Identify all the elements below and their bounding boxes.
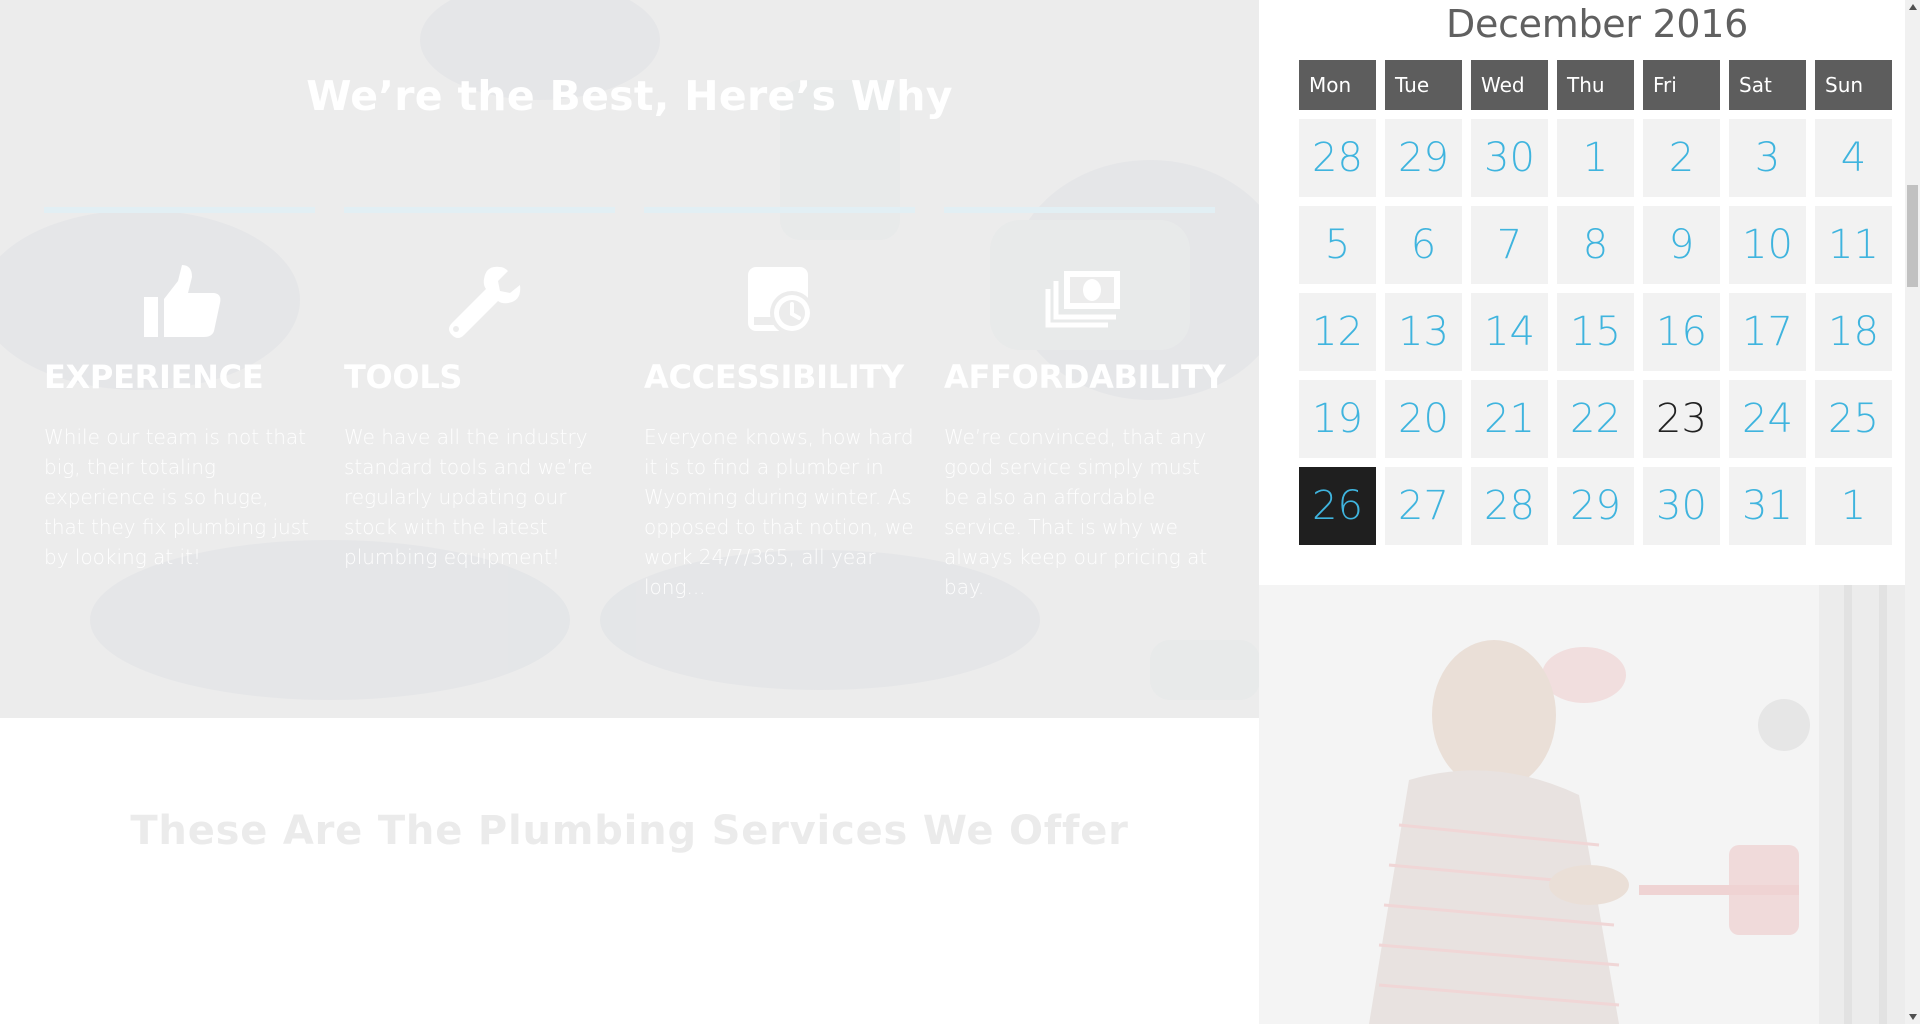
calendar-day[interactable]: 8 [1557,206,1634,284]
feature-text: We have all the industry standard tools … [344,425,593,569]
calendar-day[interactable]: 25 [1815,380,1892,458]
page-scrollbar[interactable] [1905,0,1920,1024]
feature-title: EXPERIENCE [44,358,264,396]
calendar-day[interactable]: 11 [1815,206,1892,284]
calendar-day[interactable]: 17 [1729,293,1806,371]
calendar-day[interactable]: 12 [1299,293,1376,371]
calendar-day[interactable]: 21 [1471,380,1548,458]
calendar-widget: December 2016 Mon Tue Wed Thu Fri Sat Su… [1259,0,1909,585]
feature-divider [944,207,1215,213]
calendar-day[interactable]: 29 [1385,119,1462,197]
calendar-day[interactable]: 6 [1385,206,1462,284]
calendar-day[interactable]: 31 [1729,467,1806,545]
why-section: We’re the Best, Here’s Why EXPERIENCE Wh… [0,0,1259,718]
thumbs-up-icon [143,265,220,337]
section-title: We’re the Best, Here’s Why [306,72,953,120]
feature-title: AFFORDABILITY [944,358,1226,396]
feature-title: ACCESSIBILITY [644,358,904,396]
wrench-icon [448,266,520,338]
scroll-up-arrow-icon[interactable] [1905,0,1920,14]
calendar-day-today[interactable]: 23 [1643,380,1720,458]
feature-title: TOOLS [344,358,463,396]
calendar-day[interactable]: 20 [1385,380,1462,458]
calendar-day-selected[interactable]: 26 [1299,467,1376,545]
weekday-header: Thu [1557,60,1634,110]
calendar-day[interactable]: 15 [1557,293,1634,371]
calendar-day[interactable]: 3 [1729,119,1806,197]
weekday-header: Fri [1643,60,1720,110]
calendar-grid: Mon Tue Wed Thu Fri Sat Sun 28 29 30 1 2… [1299,60,1892,554]
calendar-day[interactable]: 29 [1557,467,1634,545]
calendar-day[interactable]: 30 [1643,467,1720,545]
feature-text: We’re convinced, that any good service s… [944,425,1208,599]
services-title: These Are The Plumbing Services We Offer [130,808,1129,854]
feature-divider [644,207,915,213]
calendar-day[interactable]: 1 [1815,467,1892,545]
weekday-header: Sun [1815,60,1892,110]
calendar-day[interactable]: 1 [1557,119,1634,197]
calendar-day[interactable]: 2 [1643,119,1720,197]
calendar-day[interactable]: 28 [1471,467,1548,545]
feature-divider [44,207,315,213]
calendar-day[interactable]: 27 [1385,467,1462,545]
scroll-thumb[interactable] [1907,185,1918,287]
calendar-day[interactable]: 13 [1385,293,1462,371]
calendar-day[interactable]: 7 [1471,206,1548,284]
money-icon [1045,271,1120,328]
feature-divider [344,207,615,213]
calendar-day[interactable]: 28 [1299,119,1376,197]
feature-tools: TOOLS We have all the industry standard … [344,207,615,572]
feature-affordability: AFFORDABILITY We’re convinced, that any … [944,207,1226,602]
calendar-day[interactable]: 14 [1471,293,1548,371]
weekday-header: Tue [1385,60,1462,110]
scroll-down-arrow-icon[interactable] [1905,1010,1920,1024]
calendar-day[interactable]: 22 [1557,380,1634,458]
calendar-day[interactable]: 10 [1729,206,1806,284]
plumber-illustration [1259,585,1909,1024]
calendar-month-title: December 2016 [1446,2,1748,46]
calendar-day[interactable]: 5 [1299,206,1376,284]
plumber-photo [1259,585,1909,1024]
calendar-day[interactable]: 19 [1299,380,1376,458]
calendar-clock-icon [747,267,814,335]
weekday-header: Wed [1471,60,1548,110]
weekday-header: Mon [1299,60,1376,110]
feature-accessibility: ACCESSIBILITY Everyone knows, how hard i… [644,207,915,602]
calendar-day[interactable]: 24 [1729,380,1806,458]
weekday-header: Sat [1729,60,1806,110]
feature-experience: EXPERIENCE While our team is not that bi… [44,207,315,572]
calendar-day[interactable]: 30 [1471,119,1548,197]
feature-text: While our team is not that big, their to… [44,425,309,569]
calendar-day[interactable]: 4 [1815,119,1892,197]
calendar-day[interactable]: 18 [1815,293,1892,371]
calendar-day[interactable]: 9 [1643,206,1720,284]
calendar-day[interactable]: 16 [1643,293,1720,371]
feature-text: Everyone knows, how hard it is to find a… [644,425,914,599]
